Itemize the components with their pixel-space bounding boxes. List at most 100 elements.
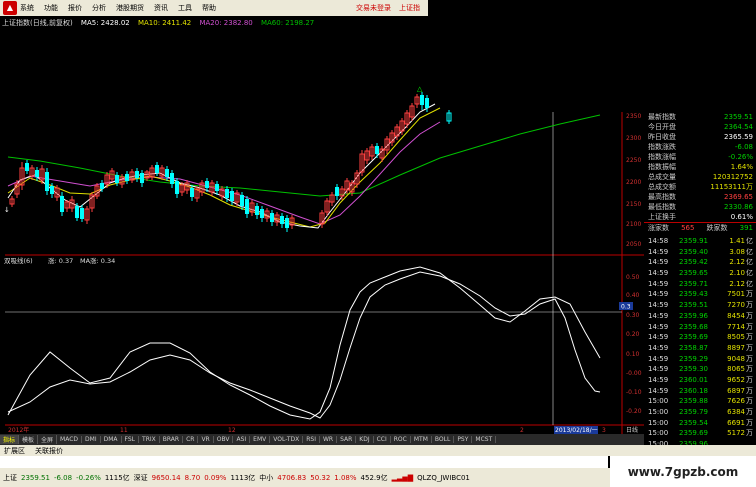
indicator-axis-label: 0.20: [626, 331, 640, 338]
current-symbol[interactable]: 上证指: [399, 3, 420, 13]
tab-dma[interactable]: DMA: [101, 436, 122, 443]
tab-mtm[interactable]: MTM: [411, 436, 432, 443]
tab-extension[interactable]: 扩展区: [4, 446, 25, 456]
trade-login-status[interactable]: 交易未登录: [356, 3, 391, 13]
tick-price: 2359.79: [679, 408, 708, 416]
tick-time: 14:59: [648, 386, 669, 395]
tab-fsl[interactable]: FSL: [122, 436, 140, 443]
menu-item-system[interactable]: 系统: [20, 3, 34, 13]
tick-unit: 亿: [746, 279, 753, 288]
tab-vol-tdx[interactable]: VOL-TDX: [270, 436, 304, 443]
up-count: 565: [681, 224, 695, 232]
quote-value: 2365.59: [724, 133, 753, 141]
candle: [45, 168, 49, 195]
quote-label: 总成交额: [648, 183, 676, 191]
sme-index-value: 4706.83: [277, 473, 307, 482]
indicator-axis-label: 0.10: [626, 351, 640, 358]
sh-index-change: -6.08: [53, 473, 73, 482]
tab-boll[interactable]: BOLL: [432, 436, 455, 443]
tab-sar[interactable]: SAR: [337, 436, 357, 443]
tick-unit: 万: [746, 418, 753, 427]
tab-trix[interactable]: TRIX: [139, 436, 160, 443]
breadth-row: 涨家数 565 跌家数 391: [644, 222, 756, 233]
menu-item-tools[interactable]: 工具: [178, 3, 192, 13]
quote-label: 指数涨幅: [648, 153, 676, 161]
tab-mcst[interactable]: MCST: [472, 436, 497, 443]
tick-unit: 万: [746, 386, 753, 395]
tick-row: 14:59 2359.71 2.12 亿: [644, 279, 756, 290]
tab-asi[interactable]: ASI: [233, 436, 251, 443]
price-axis-label: 2150: [626, 201, 641, 208]
menu-item-analysis[interactable]: 分析: [92, 3, 106, 13]
quote-label: 总成交量: [648, 173, 676, 181]
tick-volume: 8897: [727, 343, 745, 352]
tab-fullscreen[interactable]: 全屏: [38, 435, 58, 444]
indicator-value-1: 涨: 0.37: [48, 256, 73, 265]
tick-unit: 万: [746, 375, 753, 384]
tick-row: 14:59 2359.43 7501 万: [644, 289, 756, 300]
quote-label: 最低指数: [648, 203, 676, 211]
quote-value: 2330.86: [724, 203, 753, 211]
sme-index-change: 50.32: [310, 473, 331, 482]
menu-item-hk-futures[interactable]: 港股期货: [116, 3, 144, 13]
menu-item-quote[interactable]: 报价: [68, 3, 82, 13]
quote-value: 0.61%: [730, 213, 753, 221]
sz-index-pct: 0.09%: [204, 473, 227, 482]
menu-item-function[interactable]: 功能: [44, 3, 58, 13]
tab-emv[interactable]: EMV: [250, 436, 271, 443]
signal-bars-icon: ▂▃▅▇: [391, 473, 414, 482]
menu-item-news[interactable]: 资讯: [154, 3, 168, 13]
quote-label: 指数涨跌: [648, 143, 676, 151]
tab-cr[interactable]: CR: [183, 436, 199, 443]
quote-value: 2369.65: [724, 193, 753, 201]
tick-row: 14:59 2360.18 6897 万: [644, 386, 756, 397]
tick-unit: 万: [746, 322, 753, 331]
tick-unit: 万: [746, 311, 753, 320]
tab-cci[interactable]: CCI: [374, 436, 391, 443]
tick-row: 14:59 2359.29 9048 万: [644, 354, 756, 365]
crosshair-value: 0.3: [621, 304, 631, 311]
tick-unit: 万: [746, 365, 753, 374]
price-axis-label: 2100: [626, 221, 641, 228]
tab-template[interactable]: 模板: [19, 435, 39, 444]
tab-vr[interactable]: VR: [198, 436, 214, 443]
ma5-value: MA5: 2428.02: [80, 19, 130, 27]
menu-item-help[interactable]: 帮助: [202, 3, 216, 13]
tab-rsi[interactable]: RSI: [303, 436, 320, 443]
tick-volume: 7501: [727, 290, 745, 299]
tab-roc[interactable]: ROC: [391, 436, 411, 443]
tab-obv[interactable]: OBV: [214, 436, 234, 443]
tab-kdj[interactable]: KDJ: [356, 436, 374, 443]
tab-dmi[interactable]: DMI: [82, 436, 101, 443]
quote-row: 总成交额 11153111万: [644, 182, 756, 192]
tick-row: 14:59 2359.42 2.12 亿: [644, 257, 756, 268]
sme-index-amount: 452.9亿: [360, 473, 388, 482]
quote-value: 11153111万: [710, 183, 753, 191]
quote-row: 最高指数 2369.65: [644, 192, 756, 202]
tick-time: 14:59: [648, 343, 669, 352]
tick-time: 14:59: [648, 365, 669, 374]
tab-psy[interactable]: PSY: [454, 436, 473, 443]
tick-time: 14:59: [648, 333, 669, 342]
quote-value: -0.26%: [728, 153, 753, 161]
tick-price: 2358.87: [679, 343, 708, 352]
extension-bar: 扩展区 关联报价: [0, 445, 756, 456]
quote-row: 最低指数 2330.86: [644, 202, 756, 212]
tab-macd[interactable]: MACD: [57, 436, 83, 443]
tick-row: 14:59 2359.68 7714 万: [644, 322, 756, 333]
tick-time: 14:59: [648, 375, 669, 384]
tick-unit: 万: [746, 301, 753, 310]
tab-brar[interactable]: BRAR: [160, 436, 184, 443]
quote-row: 昨日收盘 2365.59: [644, 132, 756, 142]
tick-row: 14:59 2358.87 8897 万: [644, 343, 756, 354]
tab-wr[interactable]: WR: [320, 436, 338, 443]
tick-list[interactable]: 14:58 2359.91 1.41 亿 14:59 2359.40 3.08 亿 14:5…: [644, 236, 756, 450]
tick-price: 2359.29: [679, 354, 708, 363]
quote-value: 1.64%: [730, 163, 753, 171]
tick-time: 15:00: [648, 397, 669, 406]
kline-chart[interactable]: 0.3 2350 2300 2250 2200 2150 2100 2050 △…: [0, 16, 644, 434]
high-marker-icon: △: [417, 85, 423, 93]
tab-indicator[interactable]: 指标: [0, 435, 20, 444]
tab-related-quote[interactable]: 关联报价: [35, 446, 63, 456]
sh-index-value: 2359.51: [21, 473, 50, 482]
